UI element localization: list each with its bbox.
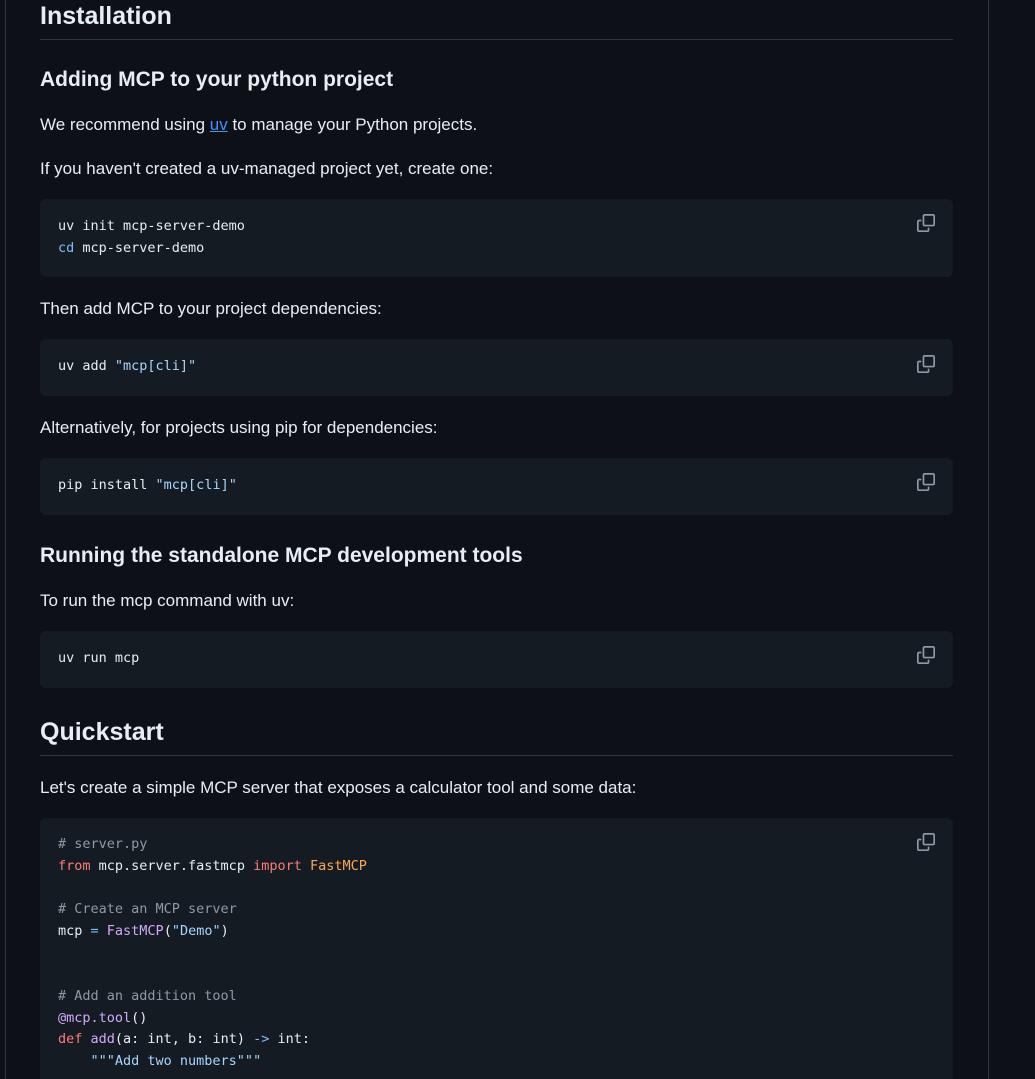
code-function: add [82, 1031, 115, 1048]
code-token-string: "mcp[cli]" [155, 477, 237, 493]
recommend-prefix: We recommend using [40, 115, 210, 134]
code-token-string: "mcp[cli]" [114, 358, 197, 374]
code-comment: # Add an addition tool [58, 987, 237, 1004]
code-operator: -> [253, 1031, 270, 1048]
heading-divider [40, 755, 953, 756]
code-block-uv-add: uv add "mcp[cli]" [40, 339, 953, 396]
code-paren: ( [163, 922, 172, 939]
code-comment: # Create an MCP server [58, 901, 237, 918]
copy-icon[interactable] [917, 473, 935, 491]
uv-link[interactable]: uv [210, 115, 228, 134]
recommend-suffix: to manage your Python projects. [227, 115, 478, 134]
heading-running-tools: Running the standalone MCP development t… [40, 544, 523, 567]
code-docstring: """Add two numbers""" [58, 1053, 262, 1070]
create-project-paragraph: If you haven't created a uv-managed proj… [40, 159, 494, 178]
code-decorator: @mcp.tool [58, 1009, 132, 1026]
add-deps-paragraph: Then add MCP to your project dependencie… [40, 299, 382, 318]
code-command: pip install [58, 477, 156, 493]
heading-divider [40, 39, 953, 40]
code-pip-install: pip install "mcp[cli]" [58, 475, 237, 497]
code-uv-run: uv run mcp [58, 650, 140, 666]
code-keyword: def [58, 1031, 83, 1048]
code-line: uv init mcp-server-demo [58, 218, 245, 234]
code-variable: mcp [58, 922, 91, 939]
code-operator: = [90, 922, 99, 939]
code-class: FastMCP [301, 857, 367, 874]
code-paren: () [131, 1009, 148, 1026]
code-return-type: int: [269, 1031, 310, 1048]
code-block-uv-init: uv init mcp-server-demo cd mcp-server-de… [40, 199, 953, 277]
code-block-pip-install: pip install "mcp[cli]" [40, 458, 953, 515]
copy-icon[interactable] [917, 646, 935, 664]
code-line: mcp-server-demo [74, 239, 205, 256]
code-uv-add: uv add "mcp[cli]" [58, 356, 196, 378]
recommend-paragraph: We recommend using uv to manage your Pyt… [40, 114, 477, 136]
alternative-paragraph: Alternatively, for projects using pip fo… [40, 418, 438, 437]
copy-icon[interactable] [917, 833, 935, 851]
left-border [5, 0, 6, 1079]
code-uv-init: uv init mcp-server-demo cd mcp-server-de… [58, 216, 245, 259]
code-call: FastMCP [98, 922, 164, 939]
code-token-builtin: cd [58, 239, 75, 256]
code-module: mcp.server.fastmcp [90, 857, 254, 874]
heading-installation: Installation [40, 2, 172, 30]
run-mcp-paragraph: To run the mcp command with uv: [40, 591, 295, 610]
copy-icon[interactable] [917, 355, 935, 373]
heading-quickstart: Quickstart [40, 718, 164, 746]
code-paren: ) [220, 922, 229, 939]
heading-adding-mcp: Adding MCP to your python project [40, 68, 394, 91]
code-command: uv add [58, 358, 115, 374]
code-comment: # server.py [58, 836, 148, 852]
code-string: "Demo" [171, 922, 221, 939]
code-keyword: from [58, 857, 91, 874]
code-keyword: import [253, 857, 302, 874]
code-params: (a: int, b: int) [114, 1031, 254, 1048]
code-server-py: # server.py from mcp.server.fastmcp impo… [58, 834, 367, 1073]
right-border [988, 0, 989, 1079]
quickstart-paragraph: Let's create a simple MCP server that ex… [40, 778, 637, 797]
code-block-server-py: # server.py from mcp.server.fastmcp impo… [40, 818, 953, 1079]
code-block-uv-run: uv run mcp [40, 631, 953, 688]
copy-icon[interactable] [917, 214, 935, 232]
